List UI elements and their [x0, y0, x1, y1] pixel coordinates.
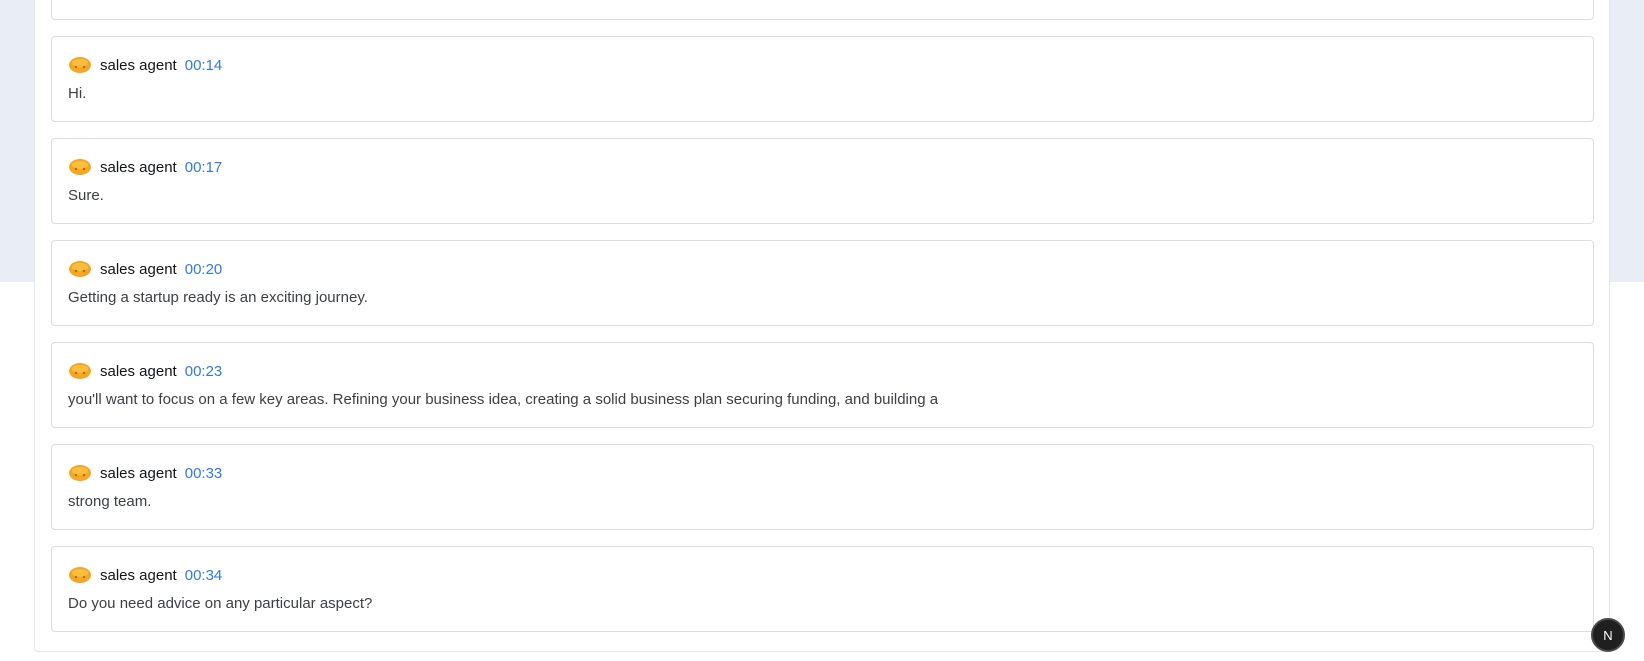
message-text: strong team. — [68, 493, 152, 510]
message-text: Sure. — [68, 187, 104, 204]
message-header: sales agent 00:17 — [68, 156, 222, 178]
agent-avatar-icon — [68, 362, 92, 380]
sender-name: sales agent — [100, 464, 177, 482]
nextjs-logo-icon: N — [1603, 627, 1613, 643]
message-text: Do you need advice on any particular asp… — [68, 595, 373, 612]
message-text: you'll want to focus on a few key areas.… — [68, 391, 939, 408]
message-text: Getting a startup ready is an exciting j… — [68, 289, 368, 306]
message-timestamp[interactable]: 00:14 — [185, 57, 223, 74]
message-header: sales agent 00:33 — [68, 462, 222, 484]
message-header: sales agent 00:14 — [68, 54, 222, 76]
agent-avatar-icon — [68, 158, 92, 176]
message-card: sales agent 00:14 Hi. — [51, 36, 1594, 122]
sender-name: sales agent — [100, 362, 177, 380]
message-timestamp[interactable]: 00:20 — [185, 261, 223, 278]
message-timestamp[interactable]: 00:34 — [185, 567, 223, 584]
message-card: sales agent 00:17 Sure. — [51, 138, 1594, 224]
agent-avatar-icon — [68, 566, 92, 584]
message-card: sales agent 00:34 Do you need advice on … — [51, 546, 1594, 632]
message-text: Hi. — [68, 85, 87, 102]
agent-avatar-icon — [68, 56, 92, 74]
agent-avatar-icon — [68, 464, 92, 482]
sender-name: sales agent — [100, 56, 177, 74]
agent-avatar-icon — [68, 260, 92, 278]
message-header: sales agent 00:23 — [68, 360, 222, 382]
sender-name: sales agent — [100, 566, 177, 584]
message-timestamp[interactable]: 00:17 — [185, 159, 223, 176]
message-card-partial — [51, 0, 1594, 20]
sender-name: sales agent — [100, 158, 177, 176]
message-timestamp[interactable]: 00:23 — [185, 363, 223, 380]
message-header: sales agent 00:20 — [68, 258, 222, 280]
sender-name: sales agent — [100, 260, 177, 278]
nextjs-dev-tools-button[interactable]: N — [1591, 618, 1625, 652]
message-timestamp[interactable]: 00:33 — [185, 465, 223, 482]
message-card: sales agent 00:20 Getting a startup read… — [51, 240, 1594, 326]
message-card: sales agent 00:23 you'll want to focus o… — [51, 342, 1594, 428]
message-card: sales agent 00:33 strong team. — [51, 444, 1594, 530]
message-header: sales agent 00:34 — [68, 564, 222, 586]
